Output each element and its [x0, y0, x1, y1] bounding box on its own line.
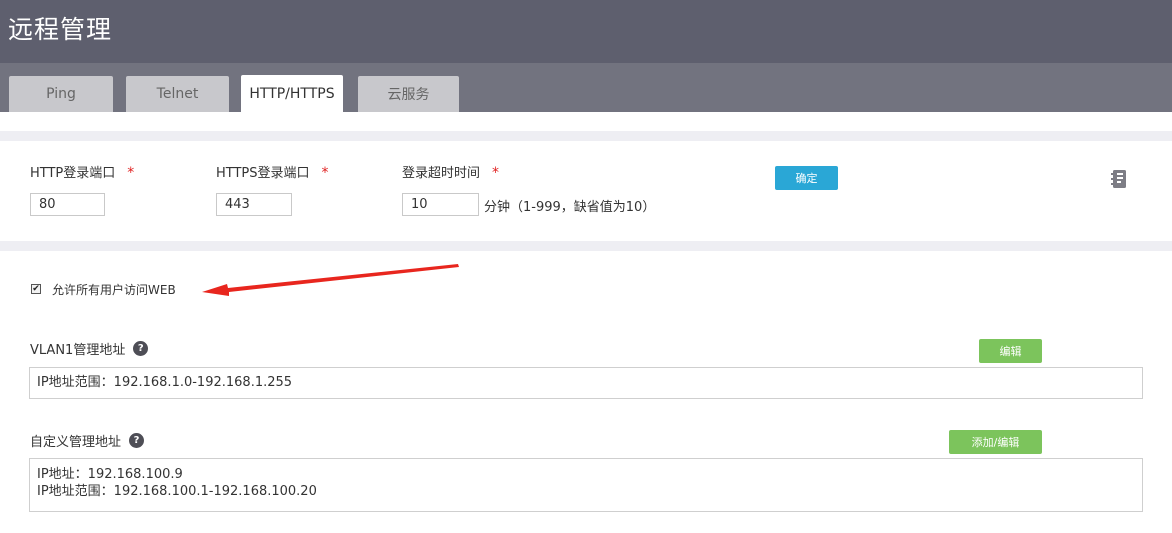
- address-line: IP地址范围：192.168.100.1-192.168.100.20: [37, 484, 317, 499]
- tab-ping[interactable]: Ping: [9, 76, 113, 112]
- required-mark: *: [321, 165, 329, 181]
- http-port-input[interactable]: [30, 193, 105, 216]
- allow-all-label: 允许所有用户访问WEB: [52, 283, 176, 297]
- vlan1-edit-button[interactable]: 编辑: [979, 339, 1042, 363]
- custom-address-box: IP地址：192.168.100.9 IP地址范围：192.168.100.1-…: [29, 458, 1143, 512]
- timeout-hint: 分钟（1-999，缺省值为10）: [484, 200, 656, 215]
- address-line: IP地址：192.168.100.9: [37, 467, 183, 482]
- vlan1-label: VLAN1管理地址?: [30, 339, 149, 358]
- address-line: IP地址范围：192.168.1.0-192.168.1.255: [37, 375, 293, 390]
- custom-add-edit-button[interactable]: 添加/编辑: [949, 430, 1042, 454]
- help-icon[interactable]: ?: [133, 341, 149, 356]
- required-mark: *: [492, 165, 500, 181]
- section-divider: [0, 241, 1172, 251]
- tab-cloud-service[interactable]: 云服务: [358, 76, 459, 112]
- https-port-input[interactable]: [216, 193, 292, 216]
- tab-telnet[interactable]: Telnet: [126, 76, 229, 112]
- http-port-label: HTTP登录端口 *: [30, 165, 135, 181]
- vlan1-address-box: IP地址范围：192.168.1.0-192.168.1.255: [29, 367, 1143, 399]
- section-divider: [0, 131, 1172, 141]
- red-arrow-icon: [202, 264, 459, 296]
- help-icon[interactable]: ?: [129, 433, 145, 448]
- allow-all-checkbox[interactable]: ✔: [31, 284, 41, 294]
- tab-http-https[interactable]: HTTP/HTTPS: [241, 75, 343, 112]
- custom-address-label: 自定义管理地址?: [30, 431, 145, 450]
- required-mark: *: [127, 165, 135, 181]
- timeout-input[interactable]: [402, 193, 479, 216]
- notebook-icon[interactable]: [1109, 168, 1129, 190]
- https-port-label: HTTPS登录端口 *: [216, 165, 329, 181]
- timeout-label: 登录超时时间 *: [402, 165, 500, 181]
- confirm-button[interactable]: 确定: [775, 166, 838, 190]
- header-bar: 远程管理: [0, 0, 1172, 63]
- tab-bar: Ping Telnet HTTP/HTTPS 云服务: [0, 63, 1172, 112]
- page-title: 远程管理: [8, 15, 113, 44]
